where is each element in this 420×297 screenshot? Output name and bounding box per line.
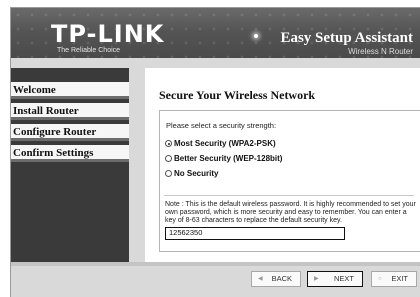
security-panel: Please select a security strength: Most … [159, 110, 420, 252]
divider [164, 195, 414, 196]
main-content: Secure Your Wireless Network Please sele… [145, 68, 420, 262]
back-button[interactable]: ◀ BACK [251, 271, 301, 287]
sidebar-item-install-router[interactable]: Install Router [11, 103, 129, 120]
option-better-security[interactable]: Better Security (WEP-128bit) [165, 153, 282, 164]
app-title: Easy Setup Assistant [280, 30, 413, 46]
app-subtitle: Wireless N Router [348, 47, 413, 56]
brand-tagline: The Reliable Choice [57, 47, 121, 54]
setup-window: TP-LINK The Reliable Choice Easy Setup A… [10, 7, 420, 297]
sidebar-item-welcome[interactable]: Welcome [11, 82, 129, 99]
option-no-security[interactable]: No Security [165, 168, 218, 179]
sidebar-item-configure-router[interactable]: Configure Router [11, 124, 129, 141]
password-note: Note : This is the default wireless pass… [165, 201, 416, 224]
exit-button[interactable]: ○ EXIT [371, 271, 417, 287]
security-key-input[interactable]: 12562350 [165, 227, 345, 240]
back-arrow-icon: ◀ [258, 276, 263, 282]
radio-icon[interactable] [165, 170, 172, 177]
footer-divider [11, 262, 420, 266]
exit-icon: ○ [378, 276, 382, 282]
next-button[interactable]: ▶ NEXT [307, 271, 363, 287]
option-most-security[interactable]: Most Security (WPA2-PSK) [165, 138, 276, 149]
option-label: No Security [174, 169, 219, 178]
sidebar: Welcome Install Router Configure Router … [11, 68, 129, 262]
option-label: Better Security (WEP-128bit) [174, 154, 283, 163]
radio-selected-icon[interactable] [165, 140, 172, 147]
header-banner: TP-LINK The Reliable Choice Easy Setup A… [11, 8, 420, 58]
sidebar-item-confirm-settings[interactable]: Confirm Settings [11, 145, 129, 162]
security-prompt: Please select a security strength: [166, 121, 277, 130]
page-title: Secure Your Wireless Network [159, 88, 316, 102]
brand-logo: TP-LINK [51, 20, 165, 48]
sparkle-icon [254, 34, 258, 38]
option-label: Most Security (WPA2-PSK) [174, 139, 276, 148]
radio-icon[interactable] [165, 155, 172, 162]
next-arrow-icon: ▶ [314, 276, 319, 282]
